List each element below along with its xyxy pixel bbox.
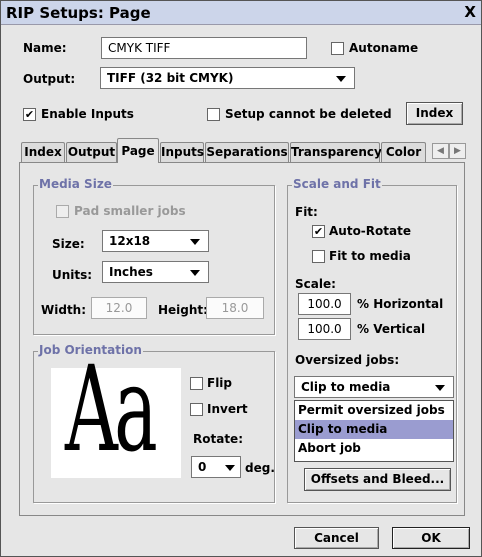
pad-smaller-jobs-label: Pad smaller jobs bbox=[74, 204, 186, 218]
orientation-preview: Aa bbox=[51, 350, 181, 478]
close-icon[interactable]: X bbox=[464, 3, 476, 21]
units-value: Inches bbox=[109, 265, 153, 279]
scale-and-fit-title: Scale and Fit bbox=[292, 177, 382, 191]
autoname-checkbox[interactable] bbox=[331, 42, 344, 55]
size-value: 12x18 bbox=[109, 234, 151, 248]
units-dropdown[interactable]: Inches bbox=[102, 261, 209, 283]
media-size-title: Media Size bbox=[38, 177, 113, 191]
fit-to-media-label: Fit to media bbox=[329, 249, 411, 263]
horizontal-scale-field[interactable]: 100.0 bbox=[298, 293, 351, 315]
window-title: RIP Setups: Page bbox=[6, 4, 151, 22]
rotate-label: Rotate: bbox=[193, 432, 243, 446]
tab-page[interactable]: Page bbox=[117, 138, 159, 163]
oversized-jobs-dropdown[interactable]: Clip to media bbox=[294, 376, 454, 398]
enable-inputs-label: Enable Inputs bbox=[41, 107, 134, 121]
vertical-scale-field[interactable]: 100.0 bbox=[298, 318, 351, 340]
rotate-dropdown[interactable]: 0 bbox=[191, 456, 241, 478]
rotate-unit: deg. bbox=[245, 461, 275, 475]
fit-label: Fit: bbox=[295, 205, 318, 219]
height-label: Height: bbox=[158, 303, 208, 317]
fit-to-media-checkbox[interactable] bbox=[312, 250, 325, 263]
option-abort-job[interactable]: Abort job bbox=[295, 439, 453, 458]
preview-glyphs: Aa bbox=[65, 340, 158, 478]
tab-scroll-left-icon[interactable]: ◀ bbox=[432, 143, 449, 159]
option-clip-to-media[interactable]: Clip to media bbox=[295, 420, 453, 439]
tab-transparency[interactable]: Transparency bbox=[290, 142, 382, 162]
oversized-jobs-options: Permit oversized jobs Clip to media Abor… bbox=[294, 400, 454, 462]
chevron-down-icon bbox=[336, 76, 346, 82]
setup-cannot-be-deleted-checkbox[interactable] bbox=[207, 108, 220, 121]
width-label: Width: bbox=[41, 303, 87, 317]
invert-label: Invert bbox=[207, 402, 248, 416]
autoname-label: Autoname bbox=[349, 41, 419, 55]
chevron-down-icon bbox=[190, 239, 200, 245]
rotate-value: 0 bbox=[198, 460, 207, 474]
output-value: TIFF (32 bit CMYK) bbox=[107, 71, 234, 85]
scale-label: Scale: bbox=[295, 277, 336, 291]
invert-checkbox[interactable] bbox=[190, 403, 203, 416]
rip-setups-window: RIP Setups: Page X Name: CMYK TIFF Auton… bbox=[0, 0, 482, 557]
name-label: Name: bbox=[23, 41, 67, 55]
output-dropdown[interactable]: TIFF (32 bit CMYK) bbox=[100, 67, 355, 89]
oversized-jobs-value: Clip to media bbox=[301, 380, 391, 394]
horizontal-scale-label: % Horizontal bbox=[357, 297, 444, 311]
output-label: Output: bbox=[23, 72, 76, 86]
tab-inputs[interactable]: Inputs bbox=[160, 142, 204, 162]
flip-checkbox[interactable] bbox=[190, 377, 203, 390]
tab-index[interactable]: Index bbox=[21, 142, 65, 162]
chevron-down-icon bbox=[225, 465, 235, 471]
enable-inputs-checkbox[interactable]: ✔ bbox=[23, 108, 36, 121]
size-label: Size: bbox=[52, 237, 85, 251]
tab-separations[interactable]: Separations bbox=[205, 142, 289, 162]
units-label: Units: bbox=[52, 268, 93, 282]
tab-output[interactable]: Output bbox=[66, 142, 117, 162]
name-field[interactable]: CMYK TIFF bbox=[101, 37, 307, 59]
flip-label: Flip bbox=[207, 376, 233, 390]
height-field[interactable]: 18.0 bbox=[206, 297, 264, 319]
tab-scroll-right-icon[interactable]: ▶ bbox=[449, 143, 466, 159]
pad-smaller-jobs-checkbox[interactable] bbox=[56, 205, 69, 218]
option-permit-oversized-jobs[interactable]: Permit oversized jobs bbox=[295, 401, 453, 420]
index-button[interactable]: Index bbox=[406, 102, 463, 125]
title-bar: RIP Setups: Page X bbox=[1, 1, 481, 25]
auto-rotate-checkbox[interactable]: ✔ bbox=[312, 225, 325, 238]
vertical-scale-label: % Vertical bbox=[357, 322, 426, 336]
auto-rotate-label: Auto-Rotate bbox=[329, 224, 411, 238]
tab-color[interactable]: Color bbox=[381, 142, 426, 162]
chevron-down-icon bbox=[435, 385, 445, 391]
width-field[interactable]: 12.0 bbox=[91, 297, 147, 319]
offsets-and-bleed-button[interactable]: Offsets and Bleed... bbox=[304, 468, 451, 491]
cancel-button[interactable]: Cancel bbox=[294, 527, 379, 549]
size-dropdown[interactable]: 12x18 bbox=[102, 230, 209, 252]
chevron-down-icon bbox=[190, 270, 200, 276]
setup-cannot-be-deleted-label: Setup cannot be deleted bbox=[225, 107, 392, 121]
oversized-jobs-label: Oversized jobs: bbox=[295, 353, 400, 367]
ok-button[interactable]: OK bbox=[392, 527, 470, 549]
